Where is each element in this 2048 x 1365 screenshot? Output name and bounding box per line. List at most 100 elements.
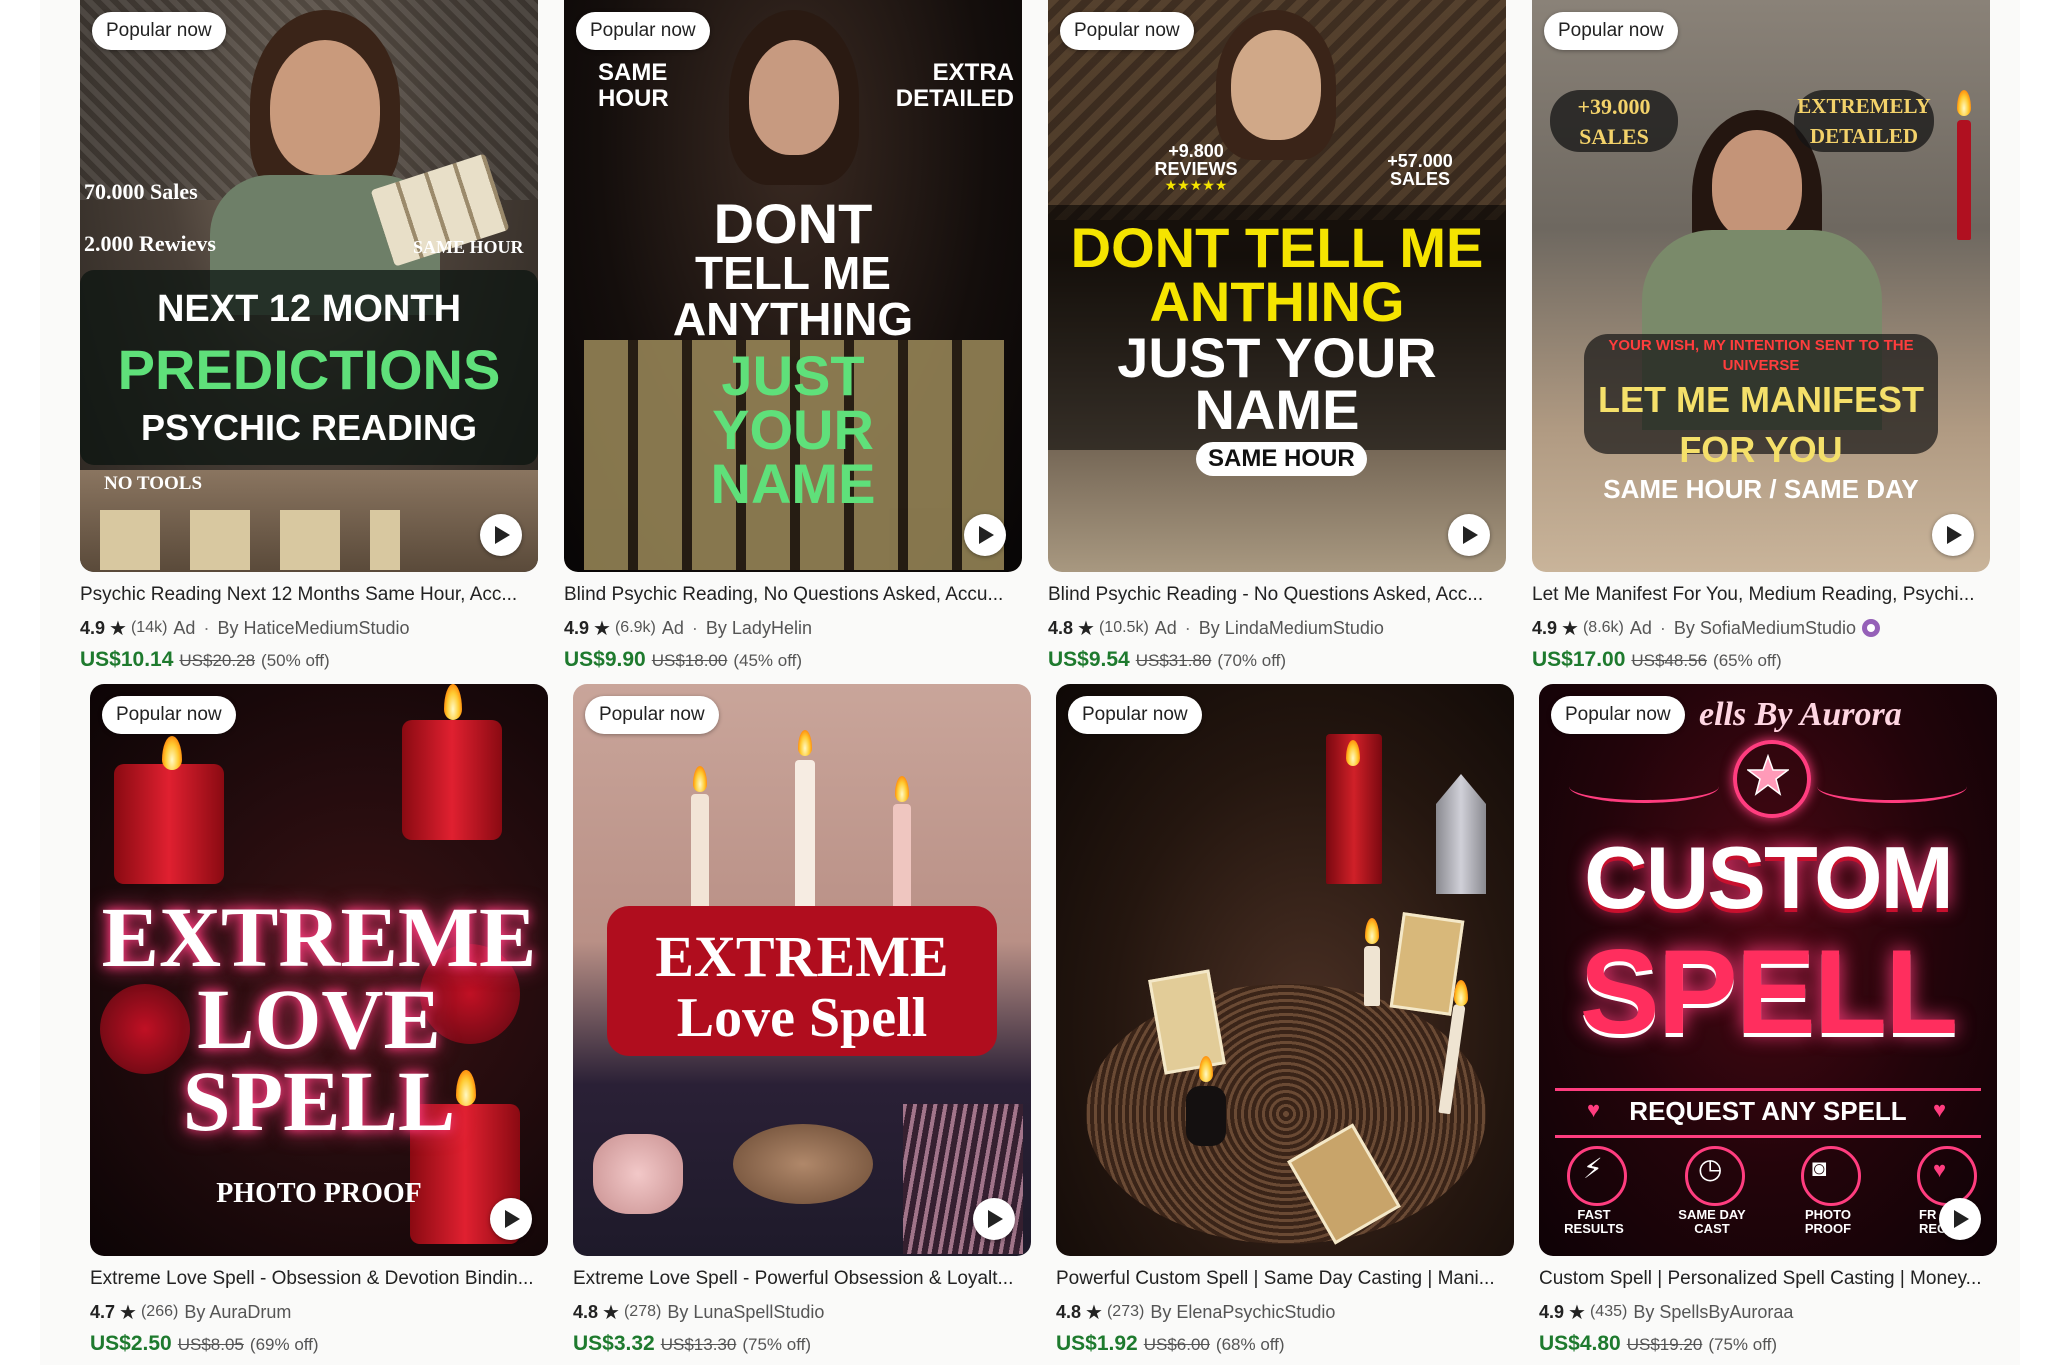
rating-value: 4.9 <box>1532 617 1558 638</box>
listing-thumbnail[interactable]: EXTREME LOVE SPELL PHOTO PROOF Popular n… <box>90 684 548 1256</box>
star-icon: ★ <box>119 1301 137 1324</box>
play-video-button[interactable] <box>1448 514 1490 556</box>
sale-price: US$4.80 <box>1539 1332 1621 1355</box>
listing-grid: 70.000 Sales 2.000 Rewievs SAME HOUR NEX… <box>0 0 2048 1365</box>
clock-icon: ◷ <box>1698 1153 1723 1184</box>
review-count: (10.5k) <box>1098 619 1149 636</box>
play-video-button[interactable] <box>1932 514 1974 556</box>
candle-flame <box>162 736 182 770</box>
shop-name[interactable]: By SpellsByAuroraa <box>1633 1302 1793 1323</box>
star-icon: ★ <box>593 617 611 640</box>
thumb-no-tools-text: NO TOOLS <box>104 473 203 494</box>
shop-name[interactable]: By LindaMediumStudio <box>1199 618 1384 639</box>
play-video-button[interactable] <box>480 514 522 556</box>
thumb-wish-text: YOUR WISH, MY INTENTION SENT TO THE <box>1608 337 1914 354</box>
listing-title[interactable]: Let Me Manifest For You, Medium Reading,… <box>1532 584 1990 608</box>
listing-card[interactable]: +39.000 SALES EXTREMELY DETAILED YOUR WI… <box>1532 0 1990 676</box>
listing-title[interactable]: Blind Psychic Reading - No Questions Ask… <box>1048 584 1506 608</box>
shop-name[interactable]: By LunaSpellStudio <box>667 1302 824 1323</box>
separator-dot: · <box>1184 617 1191 638</box>
listing-thumbnail[interactable]: +39.000 SALES EXTREMELY DETAILED YOUR WI… <box>1532 0 1990 572</box>
thumb-headline-1: DONT <box>713 192 873 255</box>
listing-thumbnail[interactable]: Popular now <box>1056 684 1514 1256</box>
discount-percent: (68% off) <box>1215 1335 1285 1354</box>
red-candle <box>1957 120 1971 240</box>
listing-thumbnail[interactable]: SAME HOUR EXTRA DETAILED DONT TELL ME AN… <box>564 0 1022 572</box>
separator-dot: · <box>203 617 210 638</box>
sale-price: US$3.32 <box>573 1332 655 1355</box>
shop-name[interactable]: By AuraDrum <box>184 1302 291 1323</box>
person-face <box>1712 130 1802 240</box>
play-video-button[interactable] <box>1939 1198 1981 1240</box>
listing-title[interactable]: Blind Psychic Reading, No Questions Aske… <box>564 584 1022 608</box>
thumb-same-day-text: SAME HOUR / SAME DAY <box>1603 474 1919 504</box>
listing-price: US$9.54 US$31.80 (70% off) <box>1048 648 1506 676</box>
review-count: (14k) <box>130 619 168 636</box>
play-video-button[interactable] <box>973 1198 1015 1240</box>
camera-icon: ◙ <box>1812 1155 1827 1182</box>
offering-bowl <box>733 1124 873 1204</box>
thumb-sales-text: 70.000 Sales <box>84 179 198 204</box>
play-icon <box>505 1210 520 1228</box>
listing-card[interactable]: ells By Aurora CUSTOM SPELL REQUEST ANY … <box>1539 684 1997 1360</box>
listing-meta: 4.7 ★ (266) By AuraDrum <box>90 1300 548 1324</box>
discount-percent: (75% off) <box>1708 1335 1778 1354</box>
play-icon <box>1954 1210 1969 1228</box>
popular-now-badge: Popular now <box>1544 12 1678 50</box>
thumb-same-hour-text: SAME HOUR <box>598 59 669 113</box>
shop-name[interactable]: By ElenaPsychicStudio <box>1150 1302 1335 1323</box>
thumb-same-hour-text: SAME HOUR <box>413 237 524 257</box>
popular-now-badge: Popular now <box>92 12 226 50</box>
thumb-universe-text: UNIVERSE <box>1722 357 1800 374</box>
thumb-headline-2: ANTHING <box>1149 270 1405 333</box>
thumb-stars: ★★★★★ <box>1164 177 1228 193</box>
star-icon: ★ <box>109 617 127 640</box>
listing-card[interactable]: SAME HOUR EXTRA DETAILED DONT TELL ME AN… <box>564 0 1022 676</box>
listing-title[interactable]: Extreme Love Spell - Obsession & Devotio… <box>90 1268 548 1292</box>
ornament-swirl <box>1817 770 1967 803</box>
listing-card[interactable]: +9.800 REVIEWS ★★★★★ +57.000 SALES DONT … <box>1048 0 1506 676</box>
listing-meta: 4.8 ★ (273) By ElenaPsychicStudio <box>1056 1300 1514 1324</box>
listing-thumbnail[interactable]: +9.800 REVIEWS ★★★★★ +57.000 SALES DONT … <box>1048 0 1506 572</box>
thumb-headline-2: LOVE <box>197 971 441 1067</box>
thumb-headline-1: LET ME MANIFEST <box>1598 379 1924 420</box>
thumb-headline-1: EXTREME <box>101 889 537 985</box>
feature-fast-results: FAST RESULTS <box>1564 1207 1624 1237</box>
play-video-button[interactable] <box>490 1198 532 1240</box>
listing-card[interactable]: EXTREME LOVE SPELL PHOTO PROOF Popular n… <box>90 684 548 1360</box>
ad-label: Ad <box>661 617 684 638</box>
play-icon <box>1463 526 1478 544</box>
thumb-sales-label: SALES <box>1579 124 1649 149</box>
listing-price: US$2.50 US$8.05 (69% off) <box>90 1332 548 1360</box>
listing-card[interactable]: Popular now Powerful Custom Spell | Same… <box>1056 684 1514 1360</box>
shop-name[interactable]: By LadyHelin <box>706 618 812 639</box>
rating-value: 4.8 <box>1048 617 1074 638</box>
listing-title[interactable]: Psychic Reading Next 12 Months Same Hour… <box>80 584 538 608</box>
thumb-extremely-text: EXTREMELY <box>1797 94 1931 118</box>
shop-name[interactable]: By SofiaMediumStudio <box>1674 618 1856 639</box>
sale-price: US$1.92 <box>1056 1332 1138 1355</box>
original-price: US$13.30 <box>660 1335 737 1354</box>
ad-label: Ad <box>1629 617 1652 638</box>
thumb-headline-2: FOR YOU <box>1679 429 1843 470</box>
thumb-headline-3: ANYTHING <box>672 293 914 345</box>
sale-price: US$9.90 <box>564 648 646 671</box>
popular-now-badge: Popular now <box>1060 12 1194 50</box>
listing-title[interactable]: Custom Spell | Personalized Spell Castin… <box>1539 1268 1997 1292</box>
play-icon <box>495 526 510 544</box>
heart-icon: ♥ <box>1587 1097 1601 1122</box>
rating-value: 4.8 <box>1056 1301 1082 1322</box>
play-video-button[interactable] <box>964 514 1006 556</box>
star-icon: ★ <box>1568 1301 1586 1324</box>
thumb-headline-2: SPELL <box>1579 925 1959 1059</box>
listing-card[interactable]: 70.000 Sales 2.000 Rewievs SAME HOUR NEX… <box>80 0 538 676</box>
shop-name[interactable]: By HaticeMediumStudio <box>217 618 409 639</box>
listing-thumbnail[interactable]: EXTREME Love Spell Popular now <box>573 684 1031 1256</box>
listing-title[interactable]: Extreme Love Spell - Powerful Obsession … <box>573 1268 1031 1292</box>
listing-card[interactable]: EXTREME Love Spell Popular now Extreme L… <box>573 684 1031 1360</box>
popular-now-badge: Popular now <box>576 12 710 50</box>
listing-thumbnail[interactable]: 70.000 Sales 2.000 Rewievs SAME HOUR NEX… <box>80 0 538 572</box>
listing-meta: 4.9 ★ (6.9k) Ad · By LadyHelin <box>564 616 1022 640</box>
listing-title[interactable]: Powerful Custom Spell | Same Day Casting… <box>1056 1268 1514 1292</box>
listing-thumbnail[interactable]: ells By Aurora CUSTOM SPELL REQUEST ANY … <box>1539 684 1997 1256</box>
